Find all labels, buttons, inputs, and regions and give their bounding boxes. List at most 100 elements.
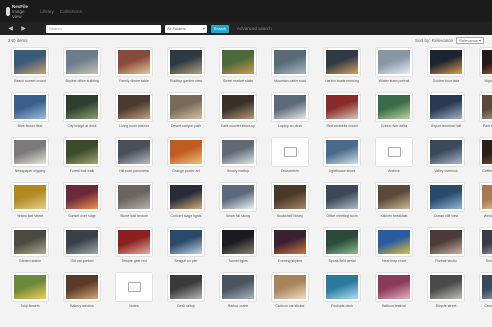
thumbnail-tile[interactable]: Green river delta — [372, 93, 416, 133]
thumbnail-tile[interactable]: Stone wall texture — [112, 183, 156, 223]
nav-link-collections[interactable]: Collections — [60, 9, 82, 14]
image-thumbnail[interactable] — [480, 183, 492, 211]
image-thumbnail[interactable] — [64, 273, 100, 301]
image-thumbnail[interactable] — [168, 273, 204, 301]
thumbnail-tile[interactable]: Winter team portrait — [372, 48, 416, 88]
image-thumbnail[interactable] — [168, 48, 204, 76]
thumbnail-tile[interactable]: Snow hill skiing — [216, 183, 260, 223]
image-thumbnail[interactable] — [272, 48, 308, 76]
thumbnail-tile[interactable]: Documents — [268, 138, 312, 178]
thumbnail-tile[interactable]: Family dinner table — [112, 48, 156, 88]
thumbnail-tile[interactable]: Concert stage lights — [164, 183, 208, 223]
thumbnail-tile[interactable]: Orange poster art — [164, 138, 208, 178]
image-thumbnail[interactable] — [12, 273, 48, 301]
thumbnail-tile[interactable]: Laptop on desk — [268, 93, 312, 133]
image-thumbnail[interactable] — [64, 138, 100, 166]
image-thumbnail[interactable] — [12, 48, 48, 76]
image-thumbnail[interactable] — [64, 93, 100, 121]
image-thumbnail[interactable] — [324, 93, 360, 121]
image-thumbnail[interactable] — [428, 138, 464, 166]
thumbnail-tile[interactable]: Seagull on pier — [164, 228, 208, 268]
image-thumbnail[interactable] — [324, 228, 360, 256]
image-thumbnail[interactable] — [64, 228, 100, 256]
image-thumbnail[interactable] — [272, 273, 308, 301]
nav-link-library[interactable]: Library — [40, 9, 54, 14]
image-thumbnail[interactable] — [428, 93, 464, 121]
image-thumbnail[interactable] — [168, 93, 204, 121]
image-thumbnail[interactable] — [220, 48, 256, 76]
folder-thumbnail[interactable] — [376, 138, 412, 166]
forward-icon[interactable]: ▶ — [19, 25, 28, 33]
image-thumbnail[interactable] — [324, 138, 360, 166]
thumbnail-tile[interactable]: Cafe counter close-up — [216, 93, 260, 133]
search-button[interactable]: Search — [211, 24, 229, 33]
image-thumbnail[interactable] — [220, 273, 256, 301]
thumbnail-tile[interactable]: Beach sunset crowd — [8, 48, 52, 88]
image-thumbnail[interactable] — [116, 93, 152, 121]
thumbnail-tile[interactable]: Tulip flowers — [8, 273, 52, 313]
thumbnail-tile[interactable]: Wedding invitation — [476, 183, 492, 223]
thumbnail-tile[interactable]: Kitchen breakfast — [372, 183, 416, 223]
thumbnail-tile[interactable]: Desert canyon path — [164, 93, 208, 133]
thumbnail-tile[interactable]: Mountain cabin road — [268, 48, 312, 88]
image-thumbnail[interactable] — [324, 273, 360, 301]
thumbnail-tile[interactable]: Street market stalls — [216, 48, 260, 88]
image-thumbnail[interactable] — [480, 93, 492, 121]
thumbnail-tile[interactable]: Lighthouse shore — [320, 138, 364, 178]
thumbnail-tile[interactable]: Bookshelf library — [268, 183, 312, 223]
thumbnail-tile[interactable]: Newspaper clipping — [8, 138, 52, 178]
image-thumbnail[interactable] — [480, 138, 492, 166]
image-thumbnail[interactable] — [220, 228, 256, 256]
thumbnail-tile[interactable]: Poolside deck — [320, 273, 364, 313]
image-thumbnail[interactable] — [220, 138, 256, 166]
image-thumbnail[interactable] — [116, 48, 152, 76]
thumbnail-tile[interactable]: Portrait studio — [424, 228, 468, 268]
thumbnail-tile[interactable]: Blue flower field — [8, 93, 52, 133]
advanced-search-link[interactable]: Advanced search — [237, 26, 272, 31]
image-thumbnail[interactable] — [168, 228, 204, 256]
image-thumbnail[interactable] — [428, 228, 464, 256]
thumbnail-tile[interactable]: Evening skyline — [268, 228, 312, 268]
thumbnail-tile[interactable]: Old car parked — [60, 228, 104, 268]
image-thumbnail[interactable] — [324, 183, 360, 211]
back-icon[interactable]: ◀ — [6, 25, 15, 33]
thumbnail-tile[interactable]: Forest trail walk — [60, 138, 104, 178]
thumbnail-tile[interactable]: Harbor boats morning — [320, 48, 364, 88]
thumbnail-tile[interactable]: Yellow taxi street — [8, 183, 52, 223]
image-thumbnail[interactable] — [168, 138, 204, 166]
thumbnail-tile[interactable]: Snowy rooftop — [216, 138, 260, 178]
thumbnail-tile[interactable]: Ocean cliff view — [424, 183, 468, 223]
image-thumbnail[interactable] — [12, 93, 48, 121]
image-thumbnail[interactable] — [220, 93, 256, 121]
thumbnail-tile[interactable]: Temple gate red — [112, 228, 156, 268]
image-thumbnail[interactable] — [428, 183, 464, 211]
thumbnail-tile[interactable]: Night street lights — [476, 48, 492, 88]
thumbnail-tile[interactable]: Notes — [112, 273, 156, 313]
app-logo[interactable]: NexFile Image View — [6, 4, 28, 19]
image-thumbnail[interactable] — [64, 48, 100, 76]
image-thumbnail[interactable] — [324, 48, 360, 76]
thumbnail-tile[interactable]: Bakery window — [60, 273, 104, 313]
image-thumbnail[interactable] — [272, 183, 308, 211]
image-thumbnail[interactable] — [480, 273, 492, 301]
thumbnail-tile[interactable]: Park bench autumn — [476, 93, 492, 133]
image-thumbnail[interactable] — [376, 48, 412, 76]
thumbnail-tile[interactable]: Desk setup — [164, 273, 208, 313]
image-thumbnail[interactable] — [116, 228, 152, 256]
thumbnail-tile[interactable]: Valley overlook — [424, 138, 468, 178]
thumbnail-tile[interactable]: Living room interior — [112, 93, 156, 133]
folder-thumbnail[interactable] — [116, 273, 152, 301]
thumbnail-tile[interactable]: Hill road panorama — [112, 138, 156, 178]
thumbnail-tile[interactable]: Harbor crane — [216, 273, 260, 313]
folder-select[interactable]: All Folders ▾ — [165, 24, 207, 33]
thumbnail-tile[interactable]: Crowd at stadium — [476, 273, 492, 313]
image-thumbnail[interactable] — [480, 48, 492, 76]
image-thumbnail[interactable] — [428, 273, 464, 301]
image-thumbnail[interactable] — [12, 228, 48, 256]
thumbnail-tile[interactable]: Sunset over ridge — [60, 183, 104, 223]
thumbnail-tile[interactable]: Sports field aerial — [320, 228, 364, 268]
image-thumbnail[interactable] — [376, 93, 412, 121]
thumbnail-tile[interactable]: Schedule board — [476, 228, 492, 268]
image-thumbnail[interactable] — [480, 228, 492, 256]
folder-thumbnail[interactable] — [272, 138, 308, 166]
